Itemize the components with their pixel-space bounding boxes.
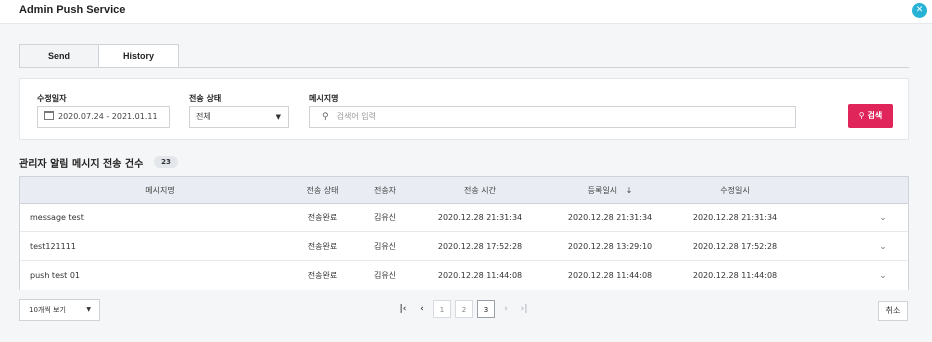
cell-status: 전송완료: [307, 213, 338, 222]
per-page-value: 10개씩 보기: [29, 306, 66, 314]
app-title: Admin Push Service: [19, 4, 126, 16]
count-badge: 23: [154, 156, 178, 168]
status-label: 전송 상태: [189, 94, 222, 103]
search-button-icon: ⚲: [858, 111, 865, 120]
tab-send[interactable]: Send: [19, 44, 99, 68]
status-select[interactable]: 전체 ▼: [189, 106, 289, 128]
tab-divider: [19, 67, 909, 68]
arrow-down-icon[interactable]: ↓: [626, 186, 633, 195]
page-button[interactable]: 2: [455, 300, 473, 318]
prev-page-icon[interactable]: ‹: [415, 300, 429, 318]
cell-registered: 2020.12.28 21:31:34: [567, 213, 653, 222]
search-icon: ⚲: [322, 112, 329, 122]
close-icon[interactable]: ✕: [912, 3, 927, 18]
cell-sender: 김유신: [373, 213, 397, 222]
search-input[interactable]: ⚲ 검색어 입력: [309, 106, 796, 128]
column-header-registered[interactable]: 등록일시 ↓: [540, 177, 680, 204]
cell-status: 전송완료: [307, 242, 338, 251]
column-header-registered-label: 등록일시: [587, 186, 618, 195]
page-button[interactable]: 1: [433, 300, 451, 318]
next-page-icon[interactable]: ›: [499, 300, 513, 318]
top-bar: Admin Push Service ✕: [0, 0, 932, 24]
cell-modified: 2020.12.28 11:44:08: [692, 271, 778, 280]
cell-sent-time: 2020.12.28 11:44:08: [437, 271, 523, 280]
search-button[interactable]: ⚲ 검색: [848, 104, 893, 128]
caret-down-icon: ▼: [275, 113, 281, 121]
column-header-message: 메시지명: [145, 186, 175, 195]
cell-message: message test: [30, 213, 84, 222]
cell-registered: 2020.12.28 11:44:08: [567, 271, 653, 280]
section-title: 관리자 알림 메시지 전송 건수: [19, 159, 144, 170]
column-header-modified: 수정일시: [720, 186, 750, 195]
cell-modified: 2020.12.28 21:31:34: [692, 213, 778, 222]
calendar-icon: [44, 111, 54, 120]
message-label: 메시지명: [309, 94, 339, 103]
first-page-icon[interactable]: |‹: [396, 300, 410, 318]
date-range-value: 2020.07.24 - 2021.01.11: [58, 112, 158, 121]
cell-modified: 2020.12.28 17:52:28: [692, 242, 778, 251]
cell-sent-time: 2020.12.28 17:52:28: [437, 242, 523, 251]
per-page-select[interactable]: 10개씩 보기 ▼: [19, 299, 100, 321]
cell-message: test121111: [30, 242, 76, 251]
history-table: 메시지명 전송 상태 전송자 전송 시간 등록일시 ↓ 수정일시 message…: [19, 176, 909, 290]
table-row[interactable]: message test 전송완료 김유신 2020.12.28 21:31:3…: [20, 204, 908, 232]
cell-sent-time: 2020.12.28 21:31:34: [437, 213, 523, 222]
last-page-icon[interactable]: ›|: [517, 300, 531, 318]
chevron-down-icon[interactable]: ⌄: [876, 262, 890, 290]
table-row[interactable]: push test 01 전송완료 김유신 2020.12.28 11:44:0…: [20, 262, 908, 290]
search-button-label: 검색: [867, 111, 883, 120]
cell-sender: 김유신: [373, 242, 397, 251]
chevron-down-icon[interactable]: ⌄: [876, 204, 890, 232]
date-label: 수정일자: [37, 94, 67, 103]
page-button-current[interactable]: 3: [477, 300, 495, 318]
table-header: 메시지명 전송 상태 전송자 전송 시간 등록일시 ↓ 수정일시: [20, 177, 908, 204]
cell-status: 전송완료: [307, 271, 338, 280]
column-header-sent-time: 전송 시간: [464, 186, 496, 195]
table-row[interactable]: test121111 전송완료 김유신 2020.12.28 17:52:28 …: [20, 233, 908, 261]
column-header-status: 전송 상태: [306, 186, 339, 195]
cell-registered: 2020.12.28 13:29:10: [567, 242, 653, 251]
caret-down-icon: ▼: [86, 306, 91, 313]
date-range-picker[interactable]: 2020.07.24 - 2021.01.11: [37, 106, 170, 128]
cancel-button[interactable]: 취소: [878, 301, 908, 321]
search-placeholder: 검색어 입력: [336, 112, 376, 121]
tab-history[interactable]: History: [98, 44, 179, 68]
chevron-down-icon[interactable]: ⌄: [876, 233, 890, 261]
cell-message: push test 01: [30, 271, 81, 280]
cell-sender: 김유신: [373, 271, 397, 280]
column-header-sender: 전송자: [373, 186, 397, 195]
filter-panel: 수정일자 2020.07.24 - 2021.01.11 전송 상태 전체 ▼ …: [19, 78, 909, 140]
status-select-value: 전체: [196, 112, 211, 121]
